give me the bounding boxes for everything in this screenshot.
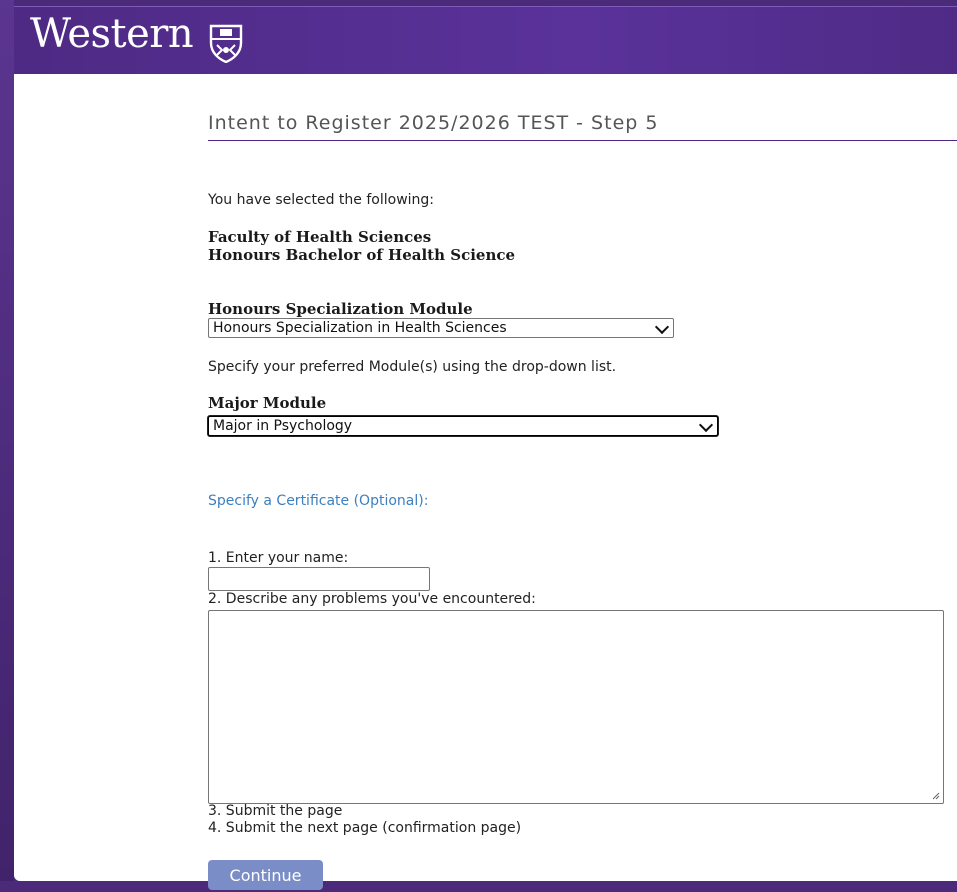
crest-icon	[209, 24, 243, 63]
step-2-label: 2. Describe any problems you've encounte…	[208, 591, 536, 607]
chevron-down-icon	[698, 417, 714, 433]
certificate-label: Specify a Certificate (Optional):	[208, 493, 429, 509]
resize-grip-icon[interactable]	[932, 792, 940, 800]
brand-logo-text[interactable]: Western	[30, 11, 194, 57]
major-selected-value: Major in Psychology	[213, 418, 353, 434]
major-select[interactable]: Major in Psychology	[208, 416, 718, 436]
problems-textarea[interactable]	[208, 610, 944, 804]
step-1-label: 1. Enter your name:	[208, 550, 349, 566]
hsm-selected-value: Honours Specialization in Health Science…	[213, 320, 507, 336]
module-instruction: Specify your preferred Module(s) using t…	[208, 359, 617, 375]
chevron-down-icon	[654, 319, 670, 335]
step-4-label: 4. Submit the next page (confirmation pa…	[208, 820, 522, 836]
major-label: Major Module	[208, 394, 327, 412]
degree-name: Honours Bachelor of Health Science	[208, 246, 516, 264]
name-input[interactable]	[208, 567, 430, 591]
faculty-name: Faculty of Health Sciences	[208, 228, 432, 246]
hsm-select[interactable]: Honours Specialization in Health Science…	[208, 318, 674, 338]
page-title: Intent to Register 2025/2026 TEST - Step…	[208, 112, 659, 134]
title-divider	[208, 140, 957, 141]
step-3-label: 3. Submit the page	[208, 803, 343, 819]
selected-intro: You have selected the following:	[208, 192, 435, 208]
site-header: Western	[14, 6, 957, 75]
hsm-label: Honours Specialization Module	[208, 300, 473, 318]
page-background	[0, 0, 14, 881]
continue-button[interactable]: Continue	[208, 860, 323, 890]
content-panel: Intent to Register 2025/2026 TEST - Step…	[14, 74, 957, 890]
